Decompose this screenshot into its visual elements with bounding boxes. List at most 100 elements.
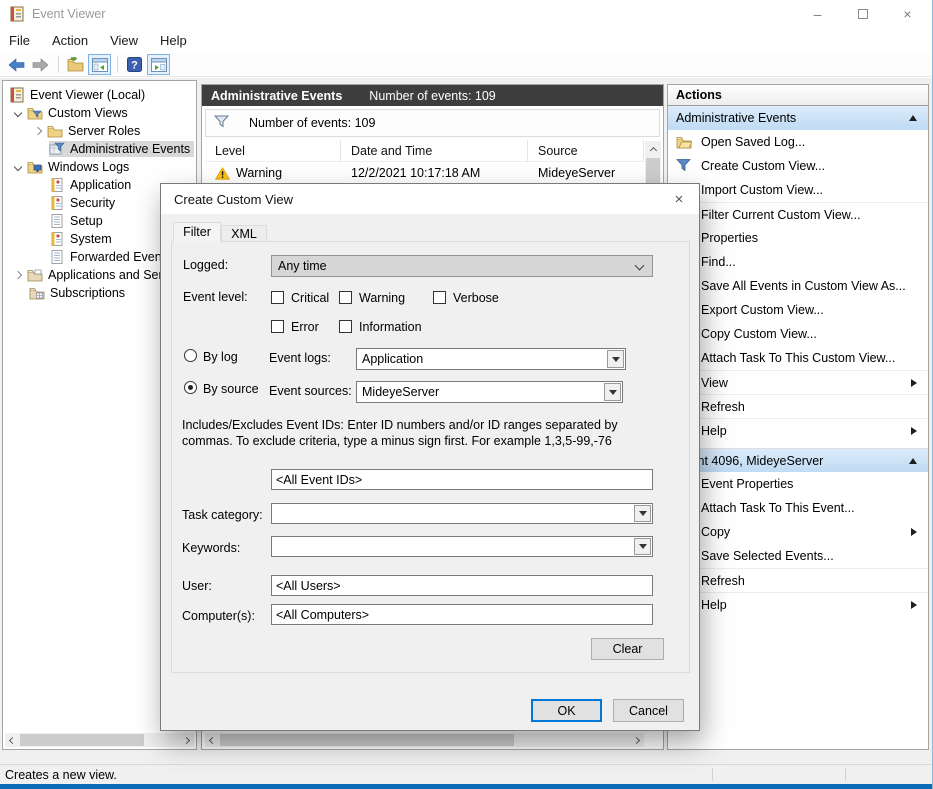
- export-log-button[interactable]: [64, 54, 87, 75]
- action-attach-task-custom-view[interactable]: Attach Task To This Custom View...: [668, 346, 928, 370]
- actions-group-event-4096[interactable]: Event 4096, MideyeServer: [668, 448, 928, 472]
- title-bar: Event Viewer – ×: [0, 0, 932, 28]
- events-panel-count: Number of events: 109: [369, 89, 495, 103]
- action-find[interactable]: Find...: [668, 250, 928, 274]
- scroll-up-icon[interactable]: [645, 141, 661, 157]
- action-view-submenu[interactable]: View: [668, 370, 928, 394]
- action-refresh-event[interactable]: Refresh: [668, 568, 928, 592]
- computers-input[interactable]: [271, 604, 653, 625]
- action-save-all-events[interactable]: Save All Events in Custom View As...: [668, 274, 928, 298]
- help-button[interactable]: ?: [123, 54, 146, 75]
- event-row[interactable]: Warning 12/2/2021 10:17:18 AM MideyeServ…: [205, 162, 644, 184]
- windows-logs-icon: [27, 159, 44, 175]
- collapse-icon[interactable]: [909, 115, 917, 121]
- action-help-event-submenu[interactable]: Help: [668, 592, 928, 616]
- scroll-left-icon[interactable]: [5, 733, 20, 747]
- tab-xml[interactable]: XML: [221, 225, 267, 242]
- actions-group-administrative-events[interactable]: Administrative Events: [668, 106, 928, 130]
- tree-item-administrative-events[interactable]: Administrative Events: [5, 140, 194, 158]
- events-filter-bar: Number of events: 109: [205, 109, 660, 137]
- action-copy-custom-view[interactable]: Copy Custom View...: [668, 322, 928, 346]
- tree-item-custom-views[interactable]: Custom Views: [5, 104, 194, 122]
- close-button[interactable]: ×: [885, 0, 930, 28]
- column-header-source[interactable]: Source: [528, 140, 644, 161]
- cancel-button[interactable]: Cancel: [613, 699, 684, 722]
- tree-horizontal-scrollbar[interactable]: [5, 733, 194, 747]
- event-level-label: Event level:: [183, 290, 248, 304]
- menu-help[interactable]: Help: [160, 30, 197, 51]
- tree-item-server-roles[interactable]: Server Roles: [5, 122, 194, 140]
- radio-by-source[interactable]: [184, 381, 197, 394]
- action-attach-task-event[interactable]: Attach Task To This Event...: [668, 496, 928, 520]
- expand-open-icon[interactable]: [9, 164, 27, 170]
- scroll-right-icon[interactable]: [179, 733, 194, 747]
- show-console-tree-button[interactable]: [88, 54, 111, 75]
- event-log-icon: [49, 177, 66, 193]
- expand-open-icon[interactable]: [9, 110, 27, 116]
- column-header-level[interactable]: Level: [205, 140, 341, 161]
- events-horizontal-scrollbar[interactable]: [205, 733, 644, 747]
- user-input[interactable]: [271, 575, 653, 596]
- action-filter-current-custom-view[interactable]: Filter Current Custom View...: [668, 202, 928, 226]
- dropdown-arrow-icon: [639, 544, 647, 549]
- action-open-saved-log[interactable]: Open Saved Log...: [668, 130, 928, 154]
- dropdown-button[interactable]: [634, 505, 651, 522]
- logged-value: Any time: [278, 259, 327, 273]
- collapse-icon[interactable]: [909, 458, 917, 464]
- clear-button[interactable]: Clear: [591, 638, 664, 660]
- event-level: Warning: [236, 166, 282, 180]
- checkbox-information[interactable]: [339, 320, 352, 333]
- minimize-button[interactable]: –: [795, 0, 840, 28]
- action-help-submenu[interactable]: Help: [668, 418, 928, 442]
- dialog-title-bar[interactable]: Create Custom View: [161, 184, 699, 214]
- action-save-selected-events[interactable]: Save Selected Events...: [668, 544, 928, 568]
- open-folder-icon: [676, 134, 692, 150]
- scrollbar-thumb[interactable]: [220, 734, 514, 746]
- scrollbar-thumb[interactable]: [20, 734, 144, 746]
- event-datetime: 12/2/2021 10:17:18 AM: [341, 162, 528, 184]
- checkbox-error[interactable]: [271, 320, 284, 333]
- back-button[interactable]: [5, 54, 28, 75]
- checkbox-warning[interactable]: [339, 291, 352, 304]
- toolbar: ?: [0, 53, 932, 77]
- expand-closed-icon[interactable]: [29, 128, 47, 134]
- radio-by-log[interactable]: [184, 349, 197, 362]
- ok-button[interactable]: OK: [531, 699, 602, 722]
- task-category-combobox[interactable]: [271, 503, 653, 524]
- menu-view[interactable]: View: [110, 30, 148, 51]
- menu-file[interactable]: File: [9, 30, 40, 51]
- action-properties[interactable]: Properties: [668, 226, 928, 250]
- maximize-button[interactable]: [840, 0, 885, 28]
- action-import-custom-view[interactable]: Import Custom View...: [668, 178, 928, 202]
- action-copy-submenu[interactable]: Copy: [668, 520, 928, 544]
- keywords-combobox[interactable]: [271, 536, 653, 557]
- dropdown-button[interactable]: [634, 538, 651, 555]
- dropdown-button[interactable]: [604, 383, 621, 401]
- menu-action[interactable]: Action: [52, 30, 98, 51]
- action-refresh[interactable]: Refresh: [668, 394, 928, 418]
- checkbox-critical[interactable]: [271, 291, 284, 304]
- dialog-close-button[interactable]: ×: [667, 189, 691, 209]
- logged-combobox[interactable]: Any time: [271, 255, 653, 277]
- action-create-custom-view[interactable]: Create Custom View...: [668, 154, 928, 178]
- column-header-date-time[interactable]: Date and Time: [341, 140, 528, 161]
- dropdown-arrow-icon: [639, 511, 647, 516]
- dropdown-button[interactable]: [607, 350, 624, 368]
- checkbox-verbose[interactable]: [433, 291, 446, 304]
- tab-filter[interactable]: Filter: [173, 222, 221, 242]
- event-ids-input[interactable]: [271, 469, 653, 490]
- tree-item-windows-logs[interactable]: Windows Logs: [5, 158, 194, 176]
- action-event-properties[interactable]: Event Properties: [668, 472, 928, 496]
- forward-button[interactable]: [29, 54, 52, 75]
- folder-export-icon: [67, 57, 84, 72]
- scroll-right-icon[interactable]: [629, 733, 644, 747]
- scroll-left-icon[interactable]: [205, 733, 220, 747]
- action-export-custom-view[interactable]: Export Custom View...: [668, 298, 928, 322]
- tree-item-event-viewer-local[interactable]: Event Viewer (Local): [5, 86, 194, 104]
- dialog-title: Create Custom View: [174, 192, 293, 207]
- event-sources-combobox[interactable]: MideyeServer: [356, 381, 623, 403]
- event-logs-combobox[interactable]: Application: [356, 348, 626, 370]
- show-action-pane-button[interactable]: [147, 54, 170, 75]
- expand-closed-icon[interactable]: [9, 272, 27, 278]
- custom-views-folder-icon: [27, 105, 44, 121]
